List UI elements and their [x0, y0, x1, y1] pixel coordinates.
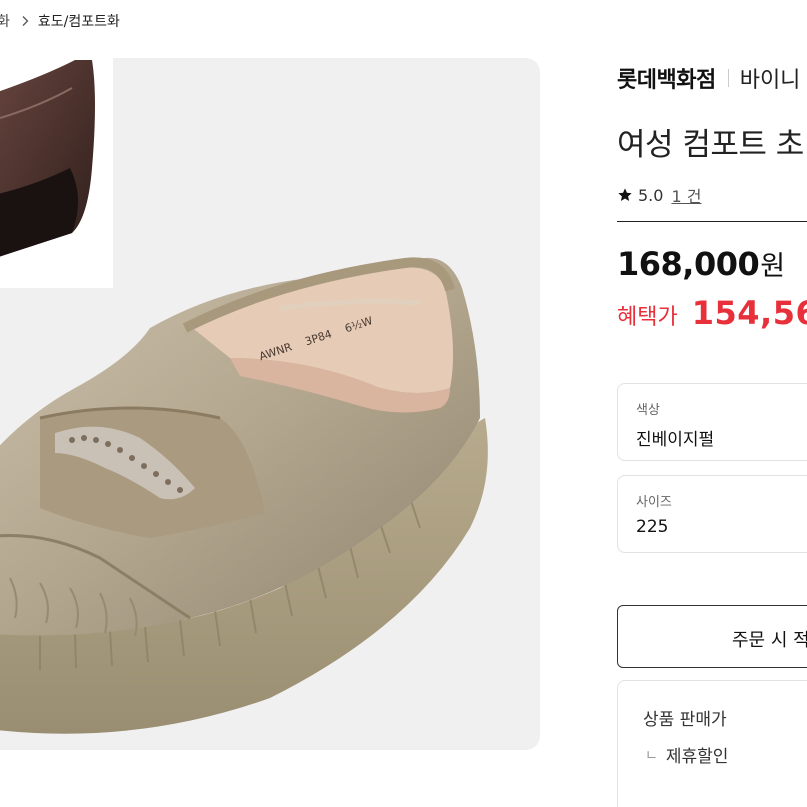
original-price: 168,000 원 [617, 244, 785, 283]
breadcrumb: 화 효도/컴포트화 [0, 10, 120, 32]
brand-divider [727, 69, 729, 87]
color-option-select[interactable]: 색상 진베이지펄 [617, 383, 807, 461]
price-detail-discount-row: ㄴ 제휴할인 [645, 742, 728, 767]
review-count-link[interactable]: 1 건 [671, 183, 701, 207]
shoe-illustration: AWNR 3P84 6½W [0, 58, 488, 734]
size-option-value: 225 [636, 517, 669, 537]
chevron-right-icon [18, 14, 32, 28]
price-detail-panel: 상품 판매가 ㄴ 제휴할인 [617, 680, 807, 807]
order-benefit-button[interactable]: 주문 시 적 [617, 605, 807, 668]
benefit-price: 혜택가 154,560 [617, 294, 807, 332]
product-detail-page: 화 효도/컴포트화 AWNR 3P84 6½W 롯데백화점 바이니 여성 컴포트… [0, 0, 807, 807]
sub-item-bullet: ㄴ [645, 747, 658, 764]
product-info-panel: 롯데백화점 바이니 여성 컴포트 초 5.0 1 건 168,000 원 혜택가… [617, 0, 807, 807]
color-option-value: 진베이지펄 [636, 430, 715, 450]
divider [617, 221, 807, 222]
breadcrumb-item-current[interactable]: 효도/컴포트화 [38, 11, 120, 31]
color-option-label: 색상 [636, 403, 660, 418]
size-option-select[interactable]: 사이즈 225 [617, 475, 807, 553]
price-detail-title: 상품 판매가 [643, 710, 727, 730]
rating-row: 5.0 1 건 [617, 183, 701, 207]
brand-name-link[interactable]: 롯데백화점 [617, 62, 716, 94]
size-option-label: 사이즈 [636, 495, 672, 510]
product-title: 여성 컴포트 초 [617, 127, 804, 163]
rating-score: 5.0 [638, 185, 664, 205]
breadcrumb-item-previous[interactable]: 화 [0, 11, 10, 31]
benefit-price-value: 154,560 [691, 294, 807, 332]
star-icon [617, 187, 633, 203]
price-unit: 원 [760, 251, 786, 282]
original-price-value: 168,000 [617, 245, 760, 283]
product-image[interactable]: AWNR 3P84 6½W [0, 58, 540, 750]
benefit-price-label: 혜택가 [617, 305, 678, 330]
partner-discount-label: 제휴할인 [665, 747, 729, 767]
order-benefit-button-label: 주문 시 적 [732, 630, 807, 651]
brand-row: 롯데백화점 바이니 [617, 62, 800, 94]
seller-name-link[interactable]: 바이니 [740, 62, 801, 94]
